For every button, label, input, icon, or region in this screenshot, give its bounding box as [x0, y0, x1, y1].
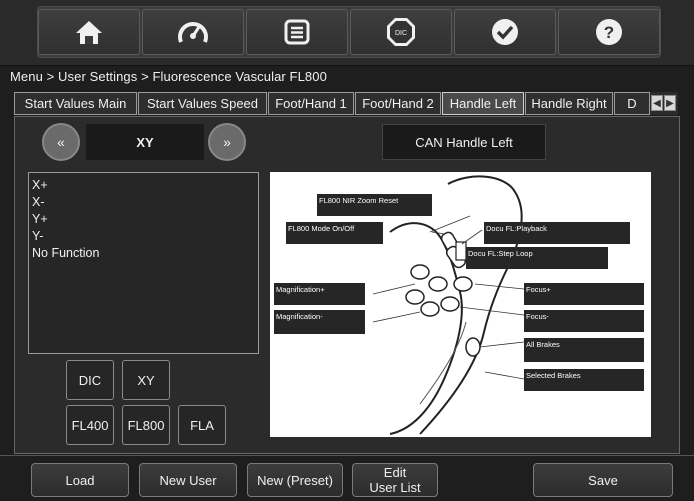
save-button[interactable]: Save: [533, 463, 673, 497]
tab-start-values-speed[interactable]: Start Values Speed: [138, 92, 267, 115]
tab-overflow[interactable]: D: [614, 92, 650, 115]
list-item[interactable]: No Function: [32, 245, 255, 262]
top-toolbar: DIC ?: [0, 0, 694, 66]
can-handle-label: CAN Handle Left: [382, 124, 546, 160]
edit-user-list-line1: Edit: [383, 465, 407, 480]
label-focus-minus: Focus-: [524, 310, 644, 332]
dic-icon-label: DIC: [395, 30, 407, 37]
list-item[interactable]: Y-: [32, 228, 255, 245]
home-icon: [76, 21, 102, 44]
menu-button[interactable]: [246, 9, 348, 55]
edit-user-list-button[interactable]: Edit User List: [352, 463, 438, 497]
fla-mode-button[interactable]: FLA: [178, 405, 226, 445]
load-button[interactable]: Load: [31, 463, 129, 497]
breadcrumb: Menu > User Settings > Fluorescence Vasc…: [10, 69, 327, 84]
label-magnification-plus: Magnification+: [274, 283, 365, 305]
speedometer-icon: [178, 22, 208, 43]
label-step-loop: Docu FL:Step Loop: [466, 247, 608, 269]
tab-handle-left[interactable]: Handle Left: [442, 92, 524, 115]
previous-button[interactable]: «: [42, 123, 80, 161]
fl400-mode-button[interactable]: FL400: [66, 405, 114, 445]
label-mode-onoff: FL800 Mode On/Off: [286, 222, 383, 244]
tab-handle-right[interactable]: Handle Right: [525, 92, 613, 115]
home-button[interactable]: [38, 9, 140, 55]
checkmark-icon: [492, 19, 518, 45]
label-focus-plus: Focus+: [524, 283, 644, 305]
dic-mode-button[interactable]: DIC: [66, 360, 114, 400]
label-zoom-reset: FL800 NIR Zoom Reset: [317, 194, 432, 216]
next-button[interactable]: »: [208, 123, 246, 161]
help-icon-label: ?: [604, 23, 614, 42]
tab-start-values-main[interactable]: Start Values Main: [14, 92, 137, 115]
edit-user-list-line2: User List: [369, 480, 421, 495]
label-magnification-minus: Magnification-: [274, 310, 365, 334]
tab-scroll-right-icon[interactable]: ▶: [664, 95, 676, 111]
tab-foot-hand-2[interactable]: Foot/Hand 2: [355, 92, 441, 115]
fl800-mode-button[interactable]: FL800: [122, 405, 170, 445]
tab-scroll-left-icon[interactable]: ◀: [651, 95, 663, 111]
tab-bar: Start Values Main Start Values Speed Foo…: [14, 92, 678, 115]
bottom-bar: Load New User New (Preset) Edit User Lis…: [0, 455, 694, 501]
dic-icon: DIC: [387, 18, 415, 46]
handle-diagram: FL800 NIR Zoom Reset FL800 Mode On/Off D…: [270, 172, 651, 437]
confirm-button[interactable]: [454, 9, 556, 55]
mode-selector-value: XY: [86, 124, 204, 160]
speed-button[interactable]: [142, 9, 244, 55]
list-item[interactable]: X+: [32, 177, 255, 194]
label-selected-brakes: Selected Brakes: [524, 369, 644, 391]
new-user-button[interactable]: New User: [139, 463, 237, 497]
help-button[interactable]: ?: [558, 9, 660, 55]
label-playback: Docu FL:Playback: [484, 222, 630, 244]
xy-mode-button[interactable]: XY: [122, 360, 170, 400]
label-all-brakes: All Brakes: [524, 338, 644, 362]
function-list: X+ X- Y+ Y- No Function: [28, 172, 259, 354]
help-icon: ?: [596, 19, 622, 45]
list-item[interactable]: Y+: [32, 211, 255, 228]
list-icon: [284, 19, 310, 45]
tab-foot-hand-1[interactable]: Foot/Hand 1: [268, 92, 354, 115]
new-preset-button[interactable]: New (Preset): [247, 463, 343, 497]
list-item[interactable]: X-: [32, 194, 255, 211]
dic-button[interactable]: DIC: [350, 9, 452, 55]
